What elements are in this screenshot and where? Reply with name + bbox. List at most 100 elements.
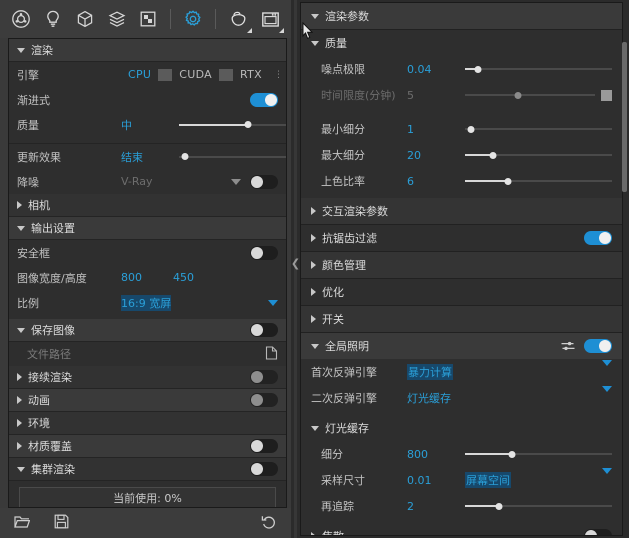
image-width-field[interactable]: 800: [121, 271, 173, 284]
chevron-down-icon-denoise[interactable]: [231, 179, 241, 185]
dropdown-corner-indicator-2[interactable]: [279, 28, 284, 33]
noise-limit-value[interactable]: 0.04: [407, 63, 465, 76]
primary-bounce-dd[interactable]: [602, 366, 612, 379]
secondary-bounce-dd[interactable]: [602, 392, 612, 405]
noise-limit-slider[interactable]: [465, 62, 612, 76]
lc-sample-size-value[interactable]: 0.01: [407, 474, 465, 487]
gear-icon[interactable]: [178, 4, 208, 34]
right-panel-scrollbar[interactable]: [622, 42, 627, 192]
section-header-global-illumination[interactable]: 全局照明: [301, 333, 622, 359]
min-subdiv-slider[interactable]: [465, 122, 612, 136]
animation-toggle[interactable]: [250, 393, 278, 407]
engine-option-cpu[interactable]: CPU: [121, 68, 158, 81]
gi-mix-settings-icon[interactable]: [561, 341, 575, 351]
section-header-save-image[interactable]: 保存图像: [9, 319, 286, 342]
cluster-render-toggle[interactable]: [250, 462, 278, 476]
layers-icon[interactable]: [102, 4, 132, 34]
row-file-path: 文件路径: [9, 342, 286, 366]
panel-splitter[interactable]: ❮: [291, 0, 300, 538]
time-limit-value[interactable]: 5: [407, 89, 465, 102]
dropdown-corner-indicator[interactable]: [247, 28, 252, 33]
section-header-output[interactable]: 输出设置: [9, 217, 286, 240]
update-effects-slider[interactable]: [179, 150, 286, 164]
update-effects-value[interactable]: 结束: [121, 149, 179, 165]
denoise-value[interactable]: V-Ray: [121, 175, 153, 188]
section-header-material-override[interactable]: 材质覆盖: [9, 435, 286, 458]
material-override-toggle[interactable]: [250, 439, 278, 453]
chevron-down-icon-output: [17, 226, 25, 231]
lc-retrace-value[interactable]: 2: [407, 500, 465, 513]
file-path-input[interactable]: 文件路径: [17, 346, 71, 362]
max-subdiv-slider[interactable]: [465, 148, 612, 162]
aspect-ratio-value[interactable]: 16:9 宽屏: [121, 295, 171, 311]
section-header-caustics[interactable]: 焦散: [301, 523, 622, 536]
engine-option-rtx[interactable]: RTX: [233, 68, 269, 81]
collapse-left-panel-icon[interactable]: ❮: [291, 258, 300, 269]
section-header-cluster-render[interactable]: 集群渲染: [9, 458, 286, 481]
geometry-cube-icon[interactable]: [70, 4, 100, 34]
checker-icon[interactable]: [134, 4, 164, 34]
lc-subdiv-value[interactable]: 800: [407, 448, 465, 461]
section-header-environment[interactable]: 环境: [9, 412, 286, 435]
section-header-render[interactable]: 渲染: [9, 39, 286, 62]
section-header-animation[interactable]: 动画: [9, 389, 286, 412]
denoise-toggle[interactable]: [250, 175, 278, 189]
light-bulb-icon[interactable]: [38, 4, 68, 34]
section-header-color-management[interactable]: 颜色管理: [301, 252, 622, 278]
engine-divider-1: [158, 69, 172, 81]
lc-subdiv-slider[interactable]: [465, 447, 612, 461]
section-header-quality[interactable]: 质量: [301, 30, 622, 56]
caustics-toggle[interactable]: [584, 529, 612, 536]
chevron-down-icon-gi: [311, 344, 319, 349]
save-image-controls: [250, 323, 278, 337]
section-header-interactive-params[interactable]: 交互渲染参数: [301, 198, 622, 224]
engine-option-cuda[interactable]: CUDA: [172, 68, 219, 81]
time-limit-slider[interactable]: [465, 88, 595, 102]
lc-sample-space-value[interactable]: 屏幕空间: [465, 472, 511, 488]
shading-rate-value[interactable]: 6: [407, 175, 465, 188]
section-header-switches[interactable]: 开关: [301, 306, 622, 332]
safe-frame-toggle[interactable]: [250, 246, 278, 260]
section-header-continue-render[interactable]: 接续渲染: [9, 366, 286, 389]
quality-slider[interactable]: [179, 118, 286, 132]
save-image-toggle[interactable]: [250, 323, 278, 337]
primary-bounce-value[interactable]: 暴力计算: [407, 364, 453, 380]
material-preview-icon[interactable]: [223, 4, 253, 34]
section-header-light-cache[interactable]: 灯光缓存: [301, 415, 622, 441]
section-header-render-params[interactable]: 渲染参数: [301, 3, 622, 29]
section-header-aa-filter[interactable]: 抗锯齿过滤: [301, 225, 622, 251]
browse-file-icon[interactable]: [265, 345, 278, 364]
image-height-field[interactable]: 450: [173, 271, 225, 284]
section-header-camera[interactable]: 相机: [9, 194, 286, 217]
chevron-down-icon-ratio[interactable]: [268, 300, 278, 306]
render-icon[interactable]: [6, 4, 36, 34]
progressive-toggle[interactable]: [250, 93, 278, 107]
chevron-down-icon: [17, 48, 25, 53]
open-folder-icon[interactable]: [14, 514, 30, 533]
chevron-right-icon-opt: [311, 288, 316, 296]
quality-value[interactable]: 中: [121, 117, 179, 133]
section-header-optimization[interactable]: 优化: [301, 279, 622, 305]
lc-sample-space-dd[interactable]: [602, 474, 612, 487]
frame-buffer-icon[interactable]: [255, 4, 285, 34]
gi-toggle[interactable]: [584, 339, 612, 353]
section-title-cluster-render: 集群渲染: [31, 461, 75, 477]
reset-undo-icon[interactable]: [261, 514, 277, 533]
aa-filter-toggle[interactable]: [584, 231, 612, 245]
secondary-bounce-value[interactable]: 灯光缓存: [407, 390, 451, 406]
primary-bounce-label: 首次反弹引擎: [311, 364, 407, 380]
max-subdiv-value[interactable]: 20: [407, 149, 465, 162]
row-aspect-ratio: 比例 16:9 宽屏: [9, 290, 286, 315]
time-limit-stop-button[interactable]: [601, 90, 612, 101]
chevron-right-icon-sw: [311, 315, 316, 323]
section-title-animation: 动画: [28, 392, 50, 408]
continue-render-toggle[interactable]: [250, 370, 278, 384]
min-subdiv-value[interactable]: 1: [407, 123, 465, 136]
engine-selector[interactable]: CPU CUDA RTX ⋮: [121, 68, 286, 81]
lc-retrace-slider[interactable]: [465, 499, 612, 513]
engine-more-icon[interactable]: ⋮: [269, 70, 286, 80]
left-scroll-area[interactable]: 渲染 引擎 CPU CUDA RTX ⋮ 渐进式: [9, 39, 286, 507]
denoise-label: 降噪: [17, 174, 121, 190]
save-disk-icon[interactable]: [54, 514, 69, 533]
shading-rate-slider[interactable]: [465, 174, 612, 188]
